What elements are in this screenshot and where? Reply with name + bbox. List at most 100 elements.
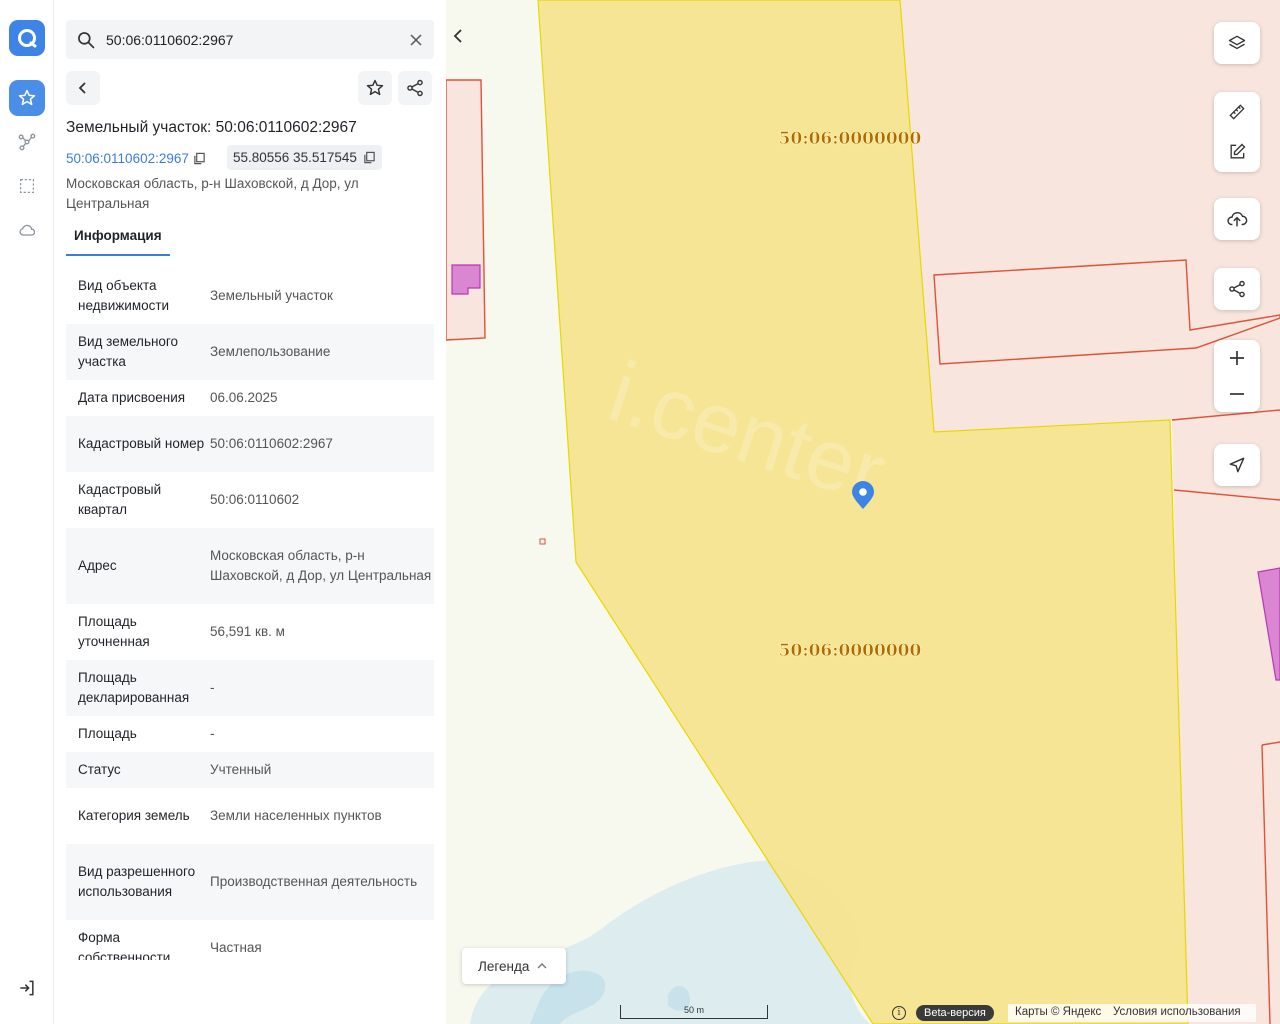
chevron-left-icon xyxy=(453,29,462,43)
info-table: Вид объекта недвижимости Земельный участо… xyxy=(66,268,434,960)
small-object[interactable] xyxy=(539,538,546,545)
share-icon xyxy=(1229,280,1245,298)
coordinates-text: 55.80556 35.517545 xyxy=(233,150,357,165)
zoom-out-icon xyxy=(1230,393,1244,395)
selection-button[interactable] xyxy=(9,168,45,204)
row-value: Московская область, р-н Шаховской, д Дор… xyxy=(210,548,432,583)
collapse-panel-button[interactable] xyxy=(448,22,468,50)
row-value: 56,591 кв. м xyxy=(210,624,285,639)
ruler-button[interactable] xyxy=(1214,92,1260,132)
legend-label: Легенда xyxy=(478,958,530,974)
map-scale: 50 m xyxy=(620,1005,768,1019)
row-key: Дата присвоения xyxy=(78,390,186,405)
locate-icon xyxy=(1229,457,1245,473)
upload-control xyxy=(1214,198,1260,240)
copy-icon[interactable] xyxy=(193,152,206,165)
clear-search-button[interactable] xyxy=(406,30,426,50)
search-input[interactable] xyxy=(106,20,396,59)
cadastral-number-text[interactable]: 50:06:0110602:2967 xyxy=(66,151,189,166)
row-key: Вид разрешенного использования xyxy=(78,864,196,899)
table-row: Кадастровый номер 50:06:0110602:2967 xyxy=(66,416,434,472)
add-favorite-button[interactable] xyxy=(358,71,392,105)
cloud-button[interactable] xyxy=(9,212,45,248)
beta-badge: Beta-версия xyxy=(916,1005,994,1021)
map-share-button[interactable] xyxy=(1214,268,1260,310)
layers-icon xyxy=(1228,35,1246,50)
parcel-label: 50:06:0000000 xyxy=(779,129,922,149)
table-row: Вид земельного участка Землепользование xyxy=(66,324,434,380)
page-title: Земельный участок: 50:06:0110602:2967 xyxy=(66,119,357,136)
row-value: 50:06:0110602 xyxy=(210,492,300,507)
edit-icon xyxy=(1230,143,1246,159)
copy-icon[interactable] xyxy=(363,151,376,164)
zoom-in-icon xyxy=(1230,351,1244,365)
row-value: Учтенный xyxy=(210,762,272,777)
app-logo-icon[interactable] xyxy=(9,20,45,56)
zoom-in-button[interactable] xyxy=(1214,340,1260,376)
row-key: Статус xyxy=(78,762,121,777)
row-value: Земельный участок xyxy=(210,288,333,303)
table-row: Форма собственности Частная xyxy=(66,920,434,960)
table-row: Кадастровый квартал 50:06:0110602 xyxy=(66,472,434,528)
locate-button[interactable] xyxy=(1214,444,1260,486)
selection-icon xyxy=(20,179,34,193)
logout-button[interactable] xyxy=(15,976,39,1000)
logout-icon xyxy=(20,980,34,996)
cadastral-number-link[interactable]: 50:06:0110602:2967 xyxy=(66,148,206,168)
locate-control xyxy=(1214,444,1260,486)
parcel-label: 50:06:0000000 xyxy=(779,641,922,661)
chevron-left-icon xyxy=(78,82,86,94)
left-rail xyxy=(0,0,54,1024)
star-icon xyxy=(366,79,384,96)
close-icon xyxy=(410,34,422,46)
favorites-button[interactable] xyxy=(9,80,45,116)
row-key: Кадастровый квартал xyxy=(78,482,162,517)
map-view[interactable]: i.center 50:06:0000000 50:06:0000000 xyxy=(446,0,1280,1024)
map-canvas[interactable]: i.center 50:06:0000000 50:06:0000000 xyxy=(446,0,1280,1024)
row-value: Земли населенных пунктов xyxy=(210,808,382,823)
routes-button[interactable] xyxy=(9,124,45,160)
row-key: Форма собственности xyxy=(78,930,171,960)
table-row: Дата присвоения 06.06.2025 xyxy=(66,380,434,416)
row-key: Площадь xyxy=(78,726,137,741)
ruler-icon xyxy=(1229,104,1245,120)
row-value: - xyxy=(210,726,215,741)
table-row: Площадь - xyxy=(66,716,434,752)
row-value: 06.06.2025 xyxy=(210,390,278,405)
map-attribution[interactable]: Карты © Яндекс xyxy=(1015,1006,1101,1022)
neighbour-parcel[interactable] xyxy=(446,79,486,341)
table-row: Адрес Московская область, р-н Шаховской, … xyxy=(66,528,434,604)
cloud-icon xyxy=(19,224,36,236)
row-key: Площадь уточненная xyxy=(78,614,150,649)
terms-link[interactable]: Условия использования xyxy=(1113,1006,1241,1022)
table-row: Вид объекта недвижимости Земельный участо… xyxy=(66,268,434,324)
table-row: Вид разрешенного использования Производст… xyxy=(66,844,434,920)
object-address: Московская область, р-н Шаховской, д Дор… xyxy=(66,176,359,211)
layers-button[interactable] xyxy=(1214,22,1260,64)
coordinates-chip[interactable]: 55.80556 35.517545 xyxy=(227,145,382,170)
table-row: Площадь декларированная - xyxy=(66,660,434,716)
info-icon[interactable]: i xyxy=(892,1006,906,1020)
upload-button[interactable] xyxy=(1214,198,1260,240)
legend-button[interactable]: Легенда xyxy=(462,948,566,984)
edit-button[interactable] xyxy=(1214,132,1260,172)
tools-control xyxy=(1214,92,1260,172)
row-value: Производственная деятельность xyxy=(210,874,418,889)
row-value: Частная xyxy=(210,940,262,955)
tab-information[interactable]: Информация xyxy=(66,224,170,256)
row-key: Вид земельного участка xyxy=(78,334,179,369)
search-icon[interactable] xyxy=(76,30,96,55)
zoom-control xyxy=(1214,340,1260,412)
row-key: Площадь декларированная xyxy=(78,670,190,705)
share-button[interactable] xyxy=(398,71,432,105)
row-key: Категория земель xyxy=(78,808,190,823)
tab-bar: Информация xyxy=(66,224,434,256)
back-button[interactable] xyxy=(66,71,100,105)
layers-control xyxy=(1214,22,1260,64)
row-value: 50:06:0110602:2967 xyxy=(210,436,333,451)
zoom-out-button[interactable] xyxy=(1214,376,1260,412)
row-key: Кадастровый номер xyxy=(78,436,205,451)
share-icon xyxy=(407,79,423,97)
star-icon xyxy=(18,89,36,106)
row-key: Адрес xyxy=(78,558,117,573)
